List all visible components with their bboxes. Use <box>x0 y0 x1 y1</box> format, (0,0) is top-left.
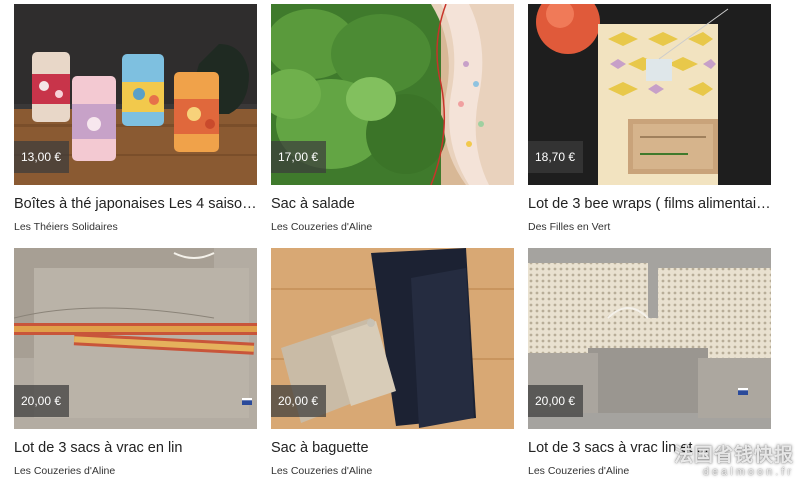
product-grid: 13,00 € Boîtes à thé japonaises Les 4 sa… <box>14 4 771 492</box>
shop-name[interactable]: Les Couzeries d'Aline <box>14 465 257 477</box>
shop-name[interactable]: Les Couzeries d'Aline <box>271 221 514 233</box>
product-image-mesh-bags[interactable]: 20,00 € <box>528 248 771 429</box>
product-card[interactable]: 13,00 € Boîtes à thé japonaises Les 4 sa… <box>14 4 257 248</box>
product-card[interactable]: 18,70 € Lot de 3 bee wraps ( films alime… <box>528 4 771 248</box>
product-card[interactable]: 20,00 € Lot de 3 sacs à vrac lin et ... … <box>528 248 771 492</box>
price-badge: 18,70 € <box>528 141 584 173</box>
shop-name[interactable]: Les Théiers Solidaires <box>14 221 257 233</box>
price-badge: 20,00 € <box>14 385 70 417</box>
price-badge: 17,00 € <box>271 141 327 173</box>
shop-name[interactable]: Les Couzeries d'Aline <box>528 465 771 477</box>
product-card[interactable]: 20,00 € Sac à baguette Les Couzeries d'A… <box>271 248 514 492</box>
product-image-baguette-bag[interactable]: 20,00 € <box>271 248 514 429</box>
product-card[interactable]: 20,00 € Lot de 3 sacs à vrac en lin Les … <box>14 248 257 492</box>
product-title[interactable]: Sac à salade <box>271 196 514 212</box>
price-badge: 20,00 € <box>528 385 584 417</box>
product-image-salad-bag[interactable]: 17,00 € <box>271 4 514 185</box>
product-image-bee-wraps[interactable]: 18,70 € <box>528 4 771 185</box>
product-title[interactable]: Sac à baguette <box>271 440 514 456</box>
product-image-tea-tins[interactable]: 13,00 € <box>14 4 257 185</box>
price-badge: 20,00 € <box>271 385 327 417</box>
product-card[interactable]: 17,00 € Sac à salade Les Couzeries d'Ali… <box>271 4 514 248</box>
product-title[interactable]: Lot de 3 sacs à vrac lin et ... <box>528 440 771 456</box>
shop-name[interactable]: Des Filles en Vert <box>528 221 771 233</box>
product-image-linen-bags[interactable]: 20,00 € <box>14 248 257 429</box>
price-badge: 13,00 € <box>14 141 70 173</box>
shop-name[interactable]: Les Couzeries d'Aline <box>271 465 514 477</box>
product-title[interactable]: Boîtes à thé japonaises Les 4 saisons... <box>14 196 257 212</box>
product-title[interactable]: Lot de 3 sacs à vrac en lin <box>14 440 257 456</box>
product-title[interactable]: Lot de 3 bee wraps ( films alimentair... <box>528 196 771 212</box>
